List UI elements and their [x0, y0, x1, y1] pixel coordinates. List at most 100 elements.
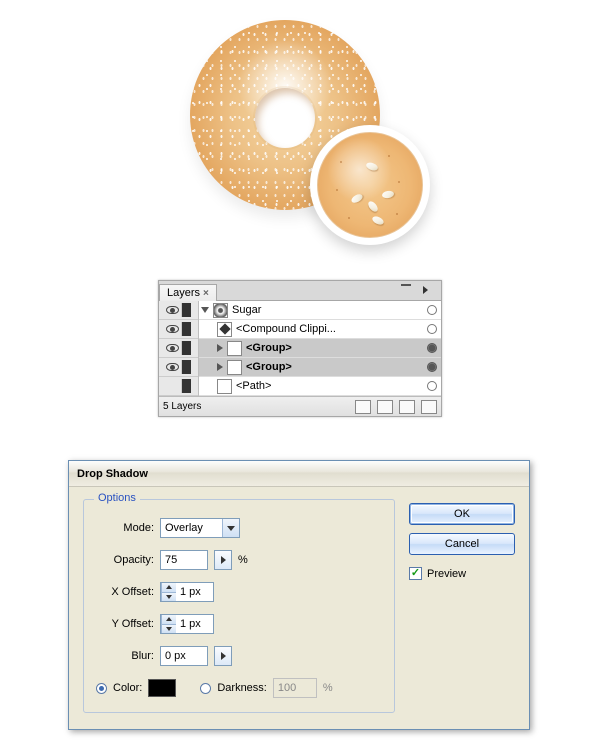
eye-icon	[166, 306, 179, 314]
layer-row-path[interactable]: <Path>	[199, 377, 441, 396]
layer-thumb	[227, 360, 242, 375]
fleck	[396, 213, 398, 215]
layer-row-group[interactable]: <Group>	[199, 358, 441, 377]
blur-value: 0 px	[161, 650, 207, 662]
close-icon[interactable]: ×	[203, 288, 209, 299]
layers-footer: 5 Layers	[159, 396, 441, 416]
panel-minimize-icon[interactable]	[401, 284, 411, 286]
label-color: Color:	[113, 682, 142, 694]
xoffset-value: 1 px	[176, 586, 213, 598]
chevron-down-icon[interactable]	[222, 519, 239, 537]
illustration	[170, 10, 430, 270]
xoffset-spinner[interactable]	[161, 583, 176, 601]
fleck	[340, 161, 342, 163]
disclosure-right-icon[interactable]	[217, 344, 223, 352]
yoffset-stepper[interactable]: 1 px	[160, 614, 214, 634]
eye-icon	[166, 363, 179, 371]
label-darkness: Darkness:	[217, 682, 267, 694]
opacity-input[interactable]: 75	[160, 550, 208, 570]
lock-cell	[181, 379, 191, 393]
cancel-label: Cancel	[445, 538, 479, 550]
preview-checkbox-row[interactable]: ✓ Preview	[409, 567, 515, 580]
opacity-suffix: %	[238, 554, 248, 566]
options-fieldset: Options Mode: Overlay Opacity: 75 % X Of…	[83, 499, 395, 713]
disclosure-down-icon[interactable]	[201, 307, 209, 313]
darkness-value: 100	[274, 682, 316, 694]
visibility-cell[interactable]	[159, 301, 198, 320]
blur-slider-button[interactable]	[214, 646, 232, 666]
color-radio[interactable]	[96, 683, 107, 694]
dialog-body: Options Mode: Overlay Opacity: 75 % X Of…	[69, 487, 529, 729]
layer-label: <Group>	[246, 361, 292, 373]
yoffset-value: 1 px	[176, 618, 213, 630]
disclosure-right-icon[interactable]	[217, 363, 223, 371]
target-radio[interactable]	[427, 343, 437, 353]
layer-label: <Compound Clippi...	[236, 323, 336, 335]
row-yoffset: Y Offset: 1 px	[96, 614, 382, 634]
make-clipping-mask-icon[interactable]	[355, 400, 371, 414]
new-sublayer-icon[interactable]	[377, 400, 393, 414]
row-opacity: Opacity: 75 %	[96, 550, 382, 570]
dialog-button-column: OK Cancel ✓ Preview	[409, 499, 515, 713]
row-xoffset: X Offset: 1 px	[96, 582, 382, 602]
layers-tab[interactable]: Layers ×	[159, 284, 217, 301]
visibility-cell[interactable]	[159, 320, 198, 339]
layer-row-sugar[interactable]: Sugar	[199, 301, 441, 320]
target-radio[interactable]	[427, 381, 437, 391]
darkness-input: 100	[273, 678, 317, 698]
yoffset-spinner[interactable]	[161, 615, 176, 633]
layer-thumb	[217, 379, 232, 394]
dialog-title: Drop Shadow	[77, 468, 148, 480]
fleck	[398, 181, 400, 183]
layer-tree: Sugar <Compound Clippi... <Group> <	[199, 301, 441, 396]
target-radio[interactable]	[427, 324, 437, 334]
fleck	[388, 155, 390, 157]
ok-button[interactable]: OK	[409, 503, 515, 525]
lock-cell	[181, 322, 191, 336]
target-radio[interactable]	[427, 305, 437, 315]
magnifier-lens	[317, 132, 423, 238]
seed-graphic	[366, 200, 379, 214]
label-xoffset: X Offset:	[96, 586, 154, 598]
drop-shadow-dialog: Drop Shadow Options Mode: Overlay Opacit…	[68, 460, 530, 730]
visibility-cell[interactable]	[159, 358, 198, 377]
cancel-button[interactable]: Cancel	[409, 533, 515, 555]
lock-cell	[181, 303, 191, 317]
ok-label: OK	[454, 508, 470, 520]
layer-row-group[interactable]: <Group>	[199, 339, 441, 358]
layer-label: <Path>	[236, 380, 271, 392]
new-layer-icon[interactable]	[399, 400, 415, 414]
donut-hole	[255, 88, 315, 148]
layers-panel-tabbar: Layers ×	[159, 281, 441, 301]
layer-thumb	[227, 341, 242, 356]
fieldset-legend: Options	[94, 492, 140, 504]
layer-label: Sugar	[232, 304, 261, 316]
preview-label: Preview	[427, 568, 466, 580]
mode-combobox[interactable]: Overlay	[160, 518, 240, 538]
darkness-radio[interactable]	[200, 683, 211, 694]
mode-value: Overlay	[161, 522, 222, 534]
seed-graphic	[350, 192, 364, 204]
dialog-titlebar[interactable]: Drop Shadow	[69, 461, 529, 487]
target-radio[interactable]	[427, 362, 437, 372]
visibility-cell[interactable]	[159, 377, 198, 396]
blur-input[interactable]: 0 px	[160, 646, 208, 666]
layers-panel: Layers × Sugar <Compou	[158, 280, 442, 417]
layers-tab-label: Layers	[167, 287, 200, 299]
layer-label: <Group>	[246, 342, 292, 354]
xoffset-stepper[interactable]: 1 px	[160, 582, 214, 602]
darkness-suffix: %	[323, 682, 333, 694]
visibility-cell[interactable]	[159, 339, 198, 358]
panel-menu-icon[interactable]	[411, 283, 439, 293]
color-swatch[interactable]	[148, 679, 176, 697]
row-blur: Blur: 0 px	[96, 646, 382, 666]
preview-checkbox[interactable]: ✓	[409, 567, 422, 580]
fleck	[348, 217, 350, 219]
lock-cell	[181, 341, 191, 355]
layer-row-clip[interactable]: <Compound Clippi...	[199, 320, 441, 339]
opacity-slider-button[interactable]	[214, 550, 232, 570]
label-mode: Mode:	[96, 522, 154, 534]
delete-layer-icon[interactable]	[421, 400, 437, 414]
layers-count-label: 5 Layers	[163, 401, 201, 412]
opacity-value: 75	[161, 554, 207, 566]
